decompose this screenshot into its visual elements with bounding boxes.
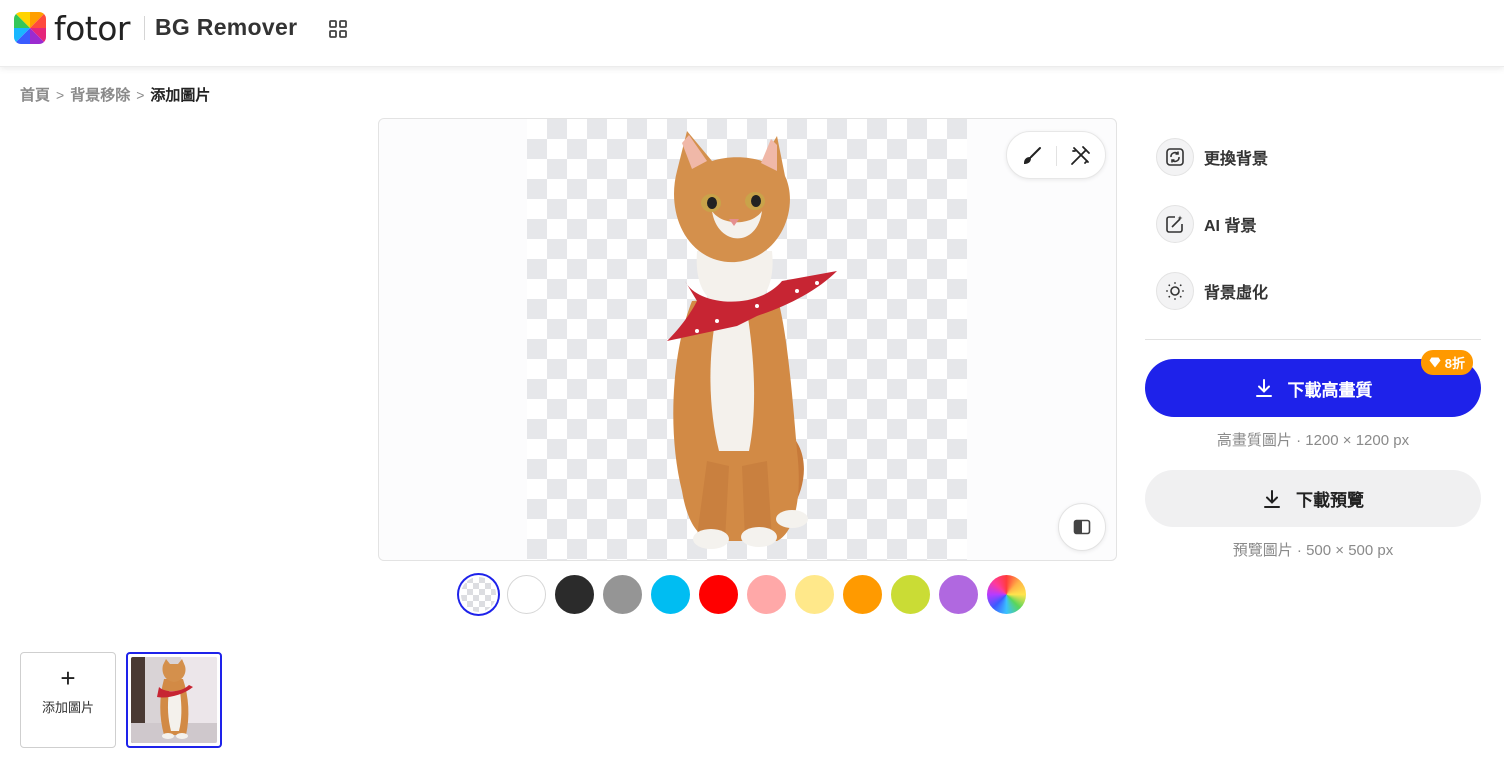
swatch-red[interactable]: [699, 575, 738, 614]
ai-background-icon: [1156, 205, 1194, 243]
download-preview-button[interactable]: 下載預覽: [1145, 470, 1481, 527]
blur-background-icon: [1156, 272, 1194, 310]
side-label-ai-background: AI 背景: [1204, 218, 1257, 235]
logo-text[interactable]: fotor: [54, 9, 131, 48]
magic-wand-icon[interactable]: [1068, 144, 1092, 168]
brush-icon[interactable]: [1020, 144, 1044, 168]
download-icon: [1255, 379, 1272, 397]
breadcrumb-home[interactable]: 首頁: [20, 84, 50, 105]
compare-icon: [1073, 519, 1091, 535]
diamond-icon: [1429, 357, 1441, 368]
preview-image-info: 預覽圖片 · 500 × 500 px: [1232, 542, 1394, 559]
download-hq-button[interactable]: 下載高畫質 8折: [1145, 350, 1481, 417]
discount-badge-text: 8折: [1444, 356, 1465, 371]
add-image-button[interactable]: + 添加圖片: [20, 652, 116, 748]
discount-badge: 8折: [1420, 350, 1473, 375]
cat-cutout-image: [667, 131, 837, 549]
side-item-ai-background[interactable]: AI 背景: [1156, 205, 1256, 243]
breadcrumb-separator: >: [56, 86, 65, 103]
compare-button[interactable]: [1058, 503, 1106, 551]
cat-thumbnail-image: [131, 657, 217, 743]
header-divider: [144, 16, 145, 40]
add-image-label: 添加圖片: [41, 700, 94, 715]
swatch-orange[interactable]: [843, 575, 882, 614]
hq-image-info: 高畫質圖片 · 1200 × 1200 px: [1216, 432, 1410, 449]
image-thumbnail[interactable]: [126, 652, 222, 748]
side-item-blur-background[interactable]: 背景虛化: [1156, 272, 1268, 310]
swatch-purple[interactable]: [939, 575, 978, 614]
breadcrumb-current: 添加圖片: [150, 87, 211, 104]
plus-icon: +: [60, 663, 76, 693]
thumbnail-preview: [131, 657, 217, 743]
tool-divider: [1056, 146, 1057, 166]
breadcrumb-separator: >: [136, 86, 145, 103]
apps-grid-icon[interactable]: [328, 19, 348, 39]
download-hq-label: 下載高畫質: [1287, 380, 1373, 400]
swatch-gray[interactable]: [603, 575, 642, 614]
breadcrumb: 首頁 > 背景移除 > 添加圖片: [20, 84, 210, 105]
change-background-icon: [1156, 138, 1194, 176]
background-color-swatches: [459, 575, 1026, 614]
swatch-transparent[interactable]: [459, 575, 498, 614]
swatch-light-yellow[interactable]: [795, 575, 834, 614]
image-canvas[interactable]: [378, 118, 1117, 561]
download-preview-label: 下載預覽: [1296, 491, 1364, 510]
fotor-logo-icon[interactable]: [14, 12, 46, 44]
edit-tools: [1006, 131, 1106, 179]
product-name[interactable]: BG Remover: [155, 14, 297, 41]
side-item-change-background[interactable]: 更換背景: [1156, 138, 1268, 176]
breadcrumb-bg-removal[interactable]: 背景移除: [70, 84, 130, 105]
swatch-black[interactable]: [555, 575, 594, 614]
swatch-cyan[interactable]: [651, 575, 690, 614]
side-label-change-background: 更換背景: [1204, 151, 1269, 168]
download-icon: [1264, 489, 1280, 508]
swatch-pink[interactable]: [747, 575, 786, 614]
swatch-lime[interactable]: [891, 575, 930, 614]
swatch-custom-color[interactable]: [987, 575, 1026, 614]
top-header: fotor BG Remover: [0, 0, 1504, 67]
side-label-blur-background: 背景虛化: [1204, 285, 1269, 302]
side-divider: [1145, 339, 1481, 340]
swatch-white[interactable]: [507, 575, 546, 614]
